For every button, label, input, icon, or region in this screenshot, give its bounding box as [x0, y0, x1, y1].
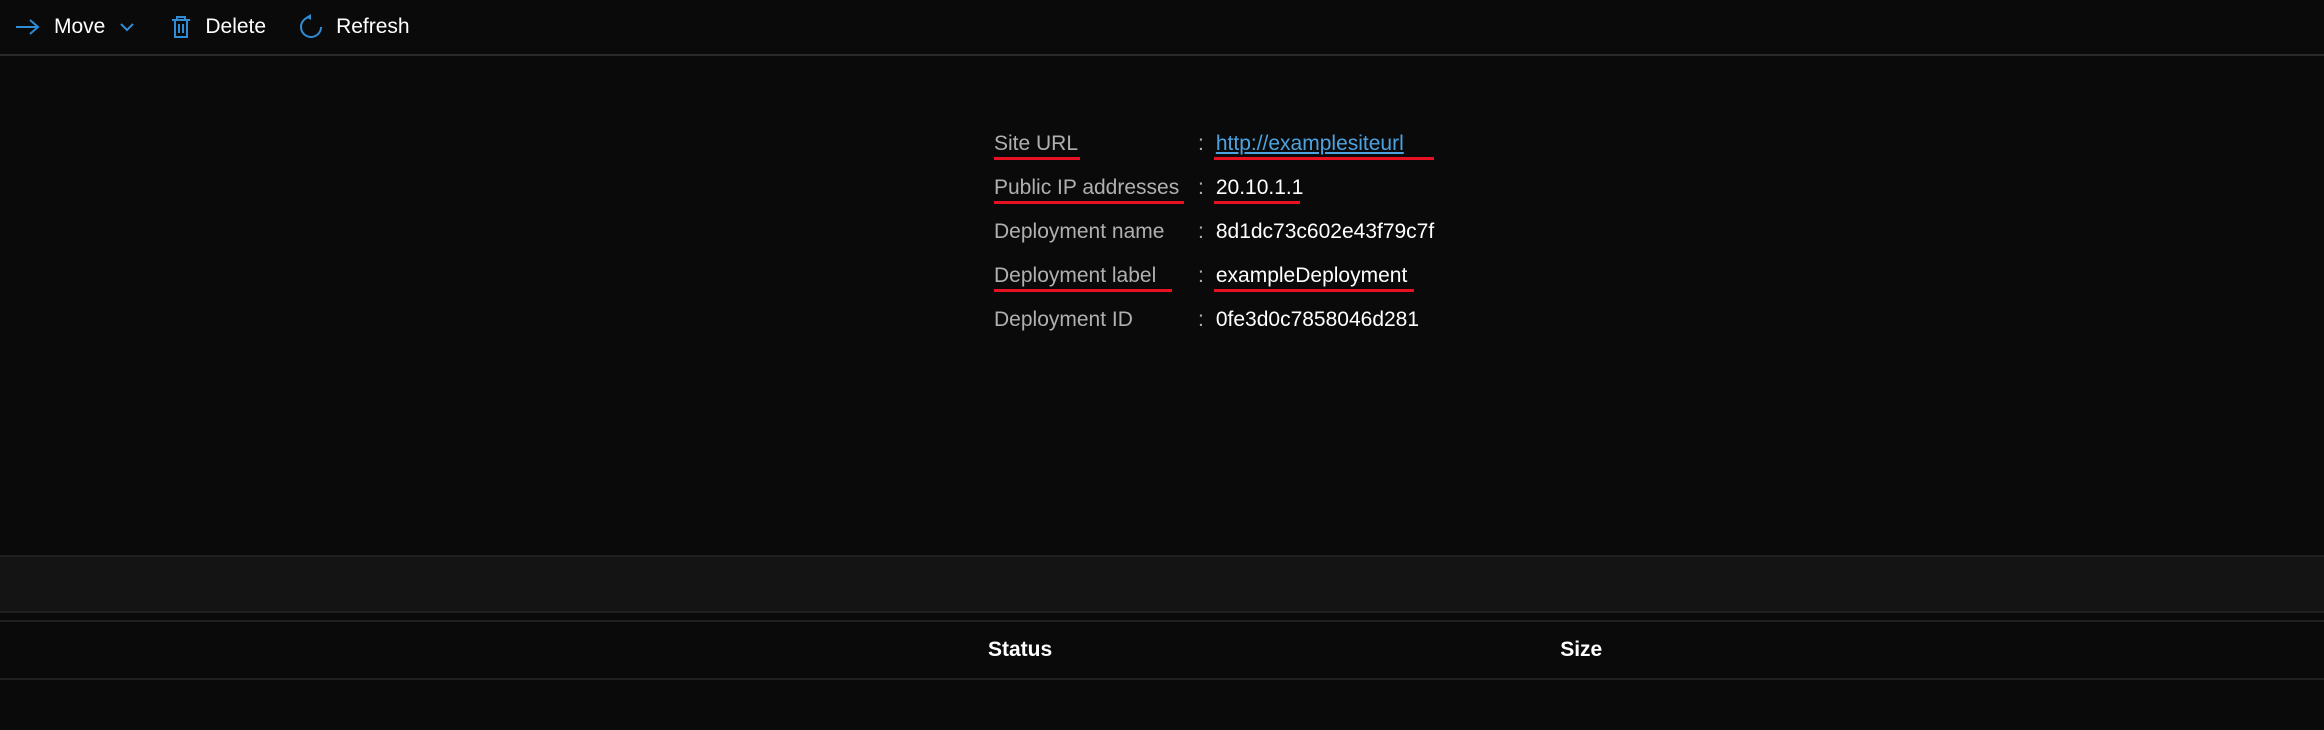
column-header-status[interactable]: Status: [988, 638, 1052, 662]
refresh-button[interactable]: Refresh: [298, 14, 410, 40]
detail-row-site-url: Site URL : http://examplesiteurl: [994, 132, 1434, 156]
deployment-id-label: Deployment ID: [994, 308, 1198, 332]
delete-button[interactable]: Delete: [169, 14, 266, 40]
colon: :: [1198, 176, 1204, 200]
delete-label: Delete: [205, 15, 266, 39]
red-underline-annotation: [1214, 157, 1434, 160]
deployment-name-label: Deployment name: [994, 220, 1198, 244]
detail-row-public-ip: Public IP addresses : 20.10.1.1: [994, 176, 1434, 200]
details-panel: Site URL : http://examplesiteurl Public …: [994, 132, 1434, 352]
deployment-name-value: 8d1dc73c602e43f79c7f: [1216, 220, 1434, 244]
trash-icon: [169, 14, 193, 40]
deployment-label-value: exampleDeployment: [1216, 264, 1407, 288]
move-label: Move: [54, 15, 105, 39]
toolbar: Move Delete Refresh: [0, 0, 2324, 56]
refresh-label: Refresh: [336, 15, 410, 39]
colon: :: [1198, 132, 1204, 156]
detail-row-deployment-name: Deployment name : 8d1dc73c602e43f79c7f: [994, 220, 1434, 244]
table-header: Status Size: [0, 620, 2324, 680]
red-underline-annotation: [994, 201, 1184, 204]
detail-row-deployment-label: Deployment label : exampleDeployment: [994, 264, 1434, 288]
colon: :: [1198, 220, 1204, 244]
colon: :: [1198, 264, 1204, 288]
red-underline-annotation: [1214, 289, 1414, 292]
red-underline-annotation: [994, 157, 1080, 160]
red-underline-annotation: [994, 289, 1172, 292]
arrow-right-icon: [14, 15, 42, 39]
site-url-label: Site URL: [994, 132, 1198, 156]
public-ip-value: 20.10.1.1: [1216, 176, 1304, 200]
deployment-id-value: 0fe3d0c7858046d281: [1216, 308, 1419, 332]
site-url-value[interactable]: http://examplesiteurl: [1216, 132, 1404, 156]
move-button[interactable]: Move: [14, 15, 137, 39]
public-ip-label: Public IP addresses: [994, 176, 1198, 200]
red-underline-annotation: [1214, 201, 1300, 204]
detail-row-deployment-id: Deployment ID : 0fe3d0c7858046d281: [994, 308, 1434, 332]
refresh-icon: [298, 14, 324, 40]
column-header-size[interactable]: Size: [1560, 638, 1602, 662]
colon: :: [1198, 308, 1204, 332]
chevron-down-icon: [117, 17, 137, 37]
deployment-label-label: Deployment label: [994, 264, 1198, 288]
section-divider: [0, 555, 2324, 613]
